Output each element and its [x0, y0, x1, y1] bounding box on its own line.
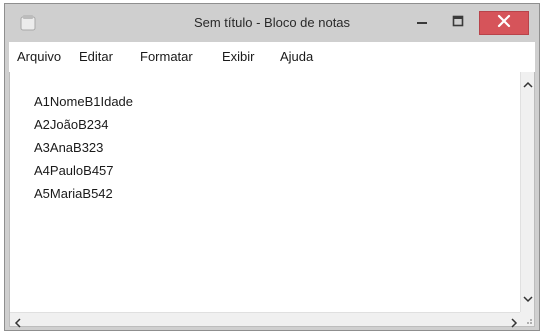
menu-formatar[interactable]: Formatar	[140, 49, 193, 64]
maximize-icon	[452, 14, 464, 32]
menu-editar[interactable]: Editar	[79, 49, 113, 64]
text-line: A5MariaB542	[34, 186, 113, 201]
scroll-down-icon[interactable]	[523, 290, 533, 308]
maximize-button[interactable]	[443, 11, 473, 35]
text-line: A2JoãoB234	[34, 117, 109, 132]
horizontal-scrollbar[interactable]	[10, 312, 522, 328]
close-button[interactable]	[479, 11, 529, 35]
menu-arquivo[interactable]: Arquivo	[17, 49, 61, 64]
minimize-button[interactable]	[407, 11, 437, 35]
close-icon	[497, 14, 511, 33]
text-line: A4PauloB457	[34, 163, 114, 178]
scroll-up-icon[interactable]	[523, 76, 533, 94]
scroll-left-icon[interactable]	[14, 315, 22, 333]
notepad-window: Sem título - Bloco de notas Arquivo Edit…	[4, 3, 540, 331]
resize-grip-icon[interactable]	[520, 312, 534, 326]
vertical-scrollbar[interactable]	[520, 72, 534, 312]
text-line: A1NomeB1Idade	[34, 94, 134, 109]
scroll-right-icon[interactable]	[510, 315, 518, 333]
menu-bar: Arquivo Editar Formatar Exibir Ajuda	[9, 42, 535, 73]
menu-ajuda[interactable]: Ajuda	[280, 49, 313, 64]
text-content[interactable]: A1NomeB1Idade A2JoãoB234 A3AnaB323 A4Pau…	[10, 72, 522, 312]
menu-exibir[interactable]: Exibir	[222, 49, 255, 64]
text-editor[interactable]: A1NomeB1Idade A2JoãoB234 A3AnaB323 A4Pau…	[9, 72, 535, 328]
text-line: A3AnaB323	[34, 140, 104, 155]
title-bar[interactable]: Sem título - Bloco de notas	[5, 4, 539, 42]
minimize-icon	[416, 14, 428, 32]
